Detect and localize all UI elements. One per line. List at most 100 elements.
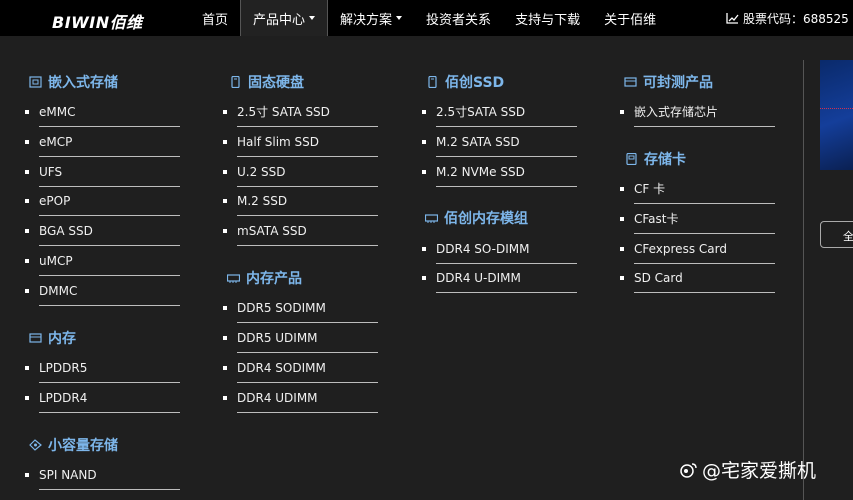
menu-item-bga-ssd[interactable]: BGA SSD <box>25 216 180 246</box>
ram-icon <box>425 214 438 223</box>
menu-item-ddr5-udimm[interactable]: DDR5 UDIMM <box>223 323 378 353</box>
products-mega-menu: 嵌入式存储 eMMC eMCP UFS ePOP BGA SSD uMCP DM… <box>0 36 800 500</box>
nav-solutions-label: 解决方案 <box>340 12 393 28</box>
menu-item-label: BGA SSD <box>39 223 93 238</box>
group-memory[interactable]: 内存 <box>29 328 76 348</box>
bullet <box>422 276 426 280</box>
menu-item-label: DDR4 UDIMM <box>237 390 318 405</box>
nav-support[interactable]: 支持与下载 <box>503 0 592 36</box>
bullet <box>620 110 624 114</box>
menu-item-label: LPDDR4 <box>39 390 88 405</box>
menu-item-dmmc[interactable]: DMMC <box>25 276 180 306</box>
menu-item-emcp[interactable]: eMCP <box>25 127 180 157</box>
group-small-storage[interactable]: 小容量存储 <box>29 435 118 455</box>
menu-item-label: DDR4 U-DIMM <box>436 270 521 285</box>
nav-home[interactable]: 首页 <box>190 0 240 36</box>
menu-item-cfexpress-card[interactable]: CFexpress Card <box>620 234 775 264</box>
menu-item-label: 2.5寸SATA SSD <box>436 105 526 119</box>
group-baichuang-memory-module[interactable]: 佰创内存模组 <box>425 208 528 228</box>
weibo-logo-icon <box>680 462 697 478</box>
nav-about[interactable]: 关于佰维 <box>592 0 668 36</box>
memory-icon <box>29 333 42 343</box>
package-icon <box>624 77 637 87</box>
menu-item-bc-m2-sata-ssd[interactable]: M.2 SATA SSD <box>422 127 577 157</box>
chevron-down-icon <box>396 16 403 20</box>
watermark: @宅家爱撕机 <box>680 456 816 483</box>
menu-item-bc-m2-nvme-ssd[interactable]: M.2 NVMe SSD <box>422 157 577 187</box>
menu-item-spi-nand[interactable]: SPI NAND <box>25 460 180 490</box>
bullet <box>422 110 426 114</box>
menu-item-sd-card[interactable]: SD Card <box>620 263 775 293</box>
menu-item-umcp[interactable]: uMCP <box>25 246 180 276</box>
biwin-logo[interactable]: BIWIN佰维 <box>52 9 143 33</box>
menu-item-label: DDR4 SO-DIMM <box>436 241 530 256</box>
bullet <box>223 366 227 370</box>
menu-item-ddr5-sodimm[interactable]: DDR5 SODIMM <box>223 293 378 323</box>
nav-home-label: 首页 <box>202 12 229 28</box>
menu-item-label: Half Slim SSD <box>237 134 320 149</box>
menu-item-label: ePOP <box>39 193 71 208</box>
menu-item-ddr4-sodimm[interactable]: DDR4 SODIMM <box>223 353 378 383</box>
bullet <box>223 396 227 400</box>
bullet <box>25 259 29 263</box>
nav-solutions[interactable]: 解决方案 <box>328 0 414 36</box>
menu-item-label: SPI NAND <box>39 467 97 482</box>
menu-item-msata-ssd[interactable]: mSATA SSD <box>223 216 378 246</box>
group-title-label: 佰创SSD <box>445 75 505 91</box>
menu-item-bc-25-sata-ssd[interactable]: 2.5寸SATA SSD <box>422 97 577 127</box>
menu-item-ddr4-so-dimm[interactable]: DDR4 SO-DIMM <box>422 234 577 264</box>
bullet <box>620 276 624 280</box>
menu-item-m2-ssd[interactable]: M.2 SSD <box>223 186 378 216</box>
menu-item-label: CF 卡 <box>634 182 666 196</box>
ssd-icon <box>231 76 240 88</box>
menu-item-label: eMMC <box>39 104 76 119</box>
menu-item-label: CFexpress Card <box>634 241 727 256</box>
nav-investors[interactable]: 投资者关系 <box>414 0 503 36</box>
menu-item-label: uMCP <box>39 253 73 268</box>
menu-item-label: M.2 SATA SSD <box>436 134 520 149</box>
menu-item-label: DMMC <box>39 283 78 298</box>
menu-item-half-slim-ssd[interactable]: Half Slim SSD <box>223 127 378 157</box>
nav-support-label: 支持与下载 <box>515 12 581 28</box>
ssd-icon <box>428 76 437 88</box>
group-embedded-storage[interactable]: 嵌入式存储 <box>29 72 118 92</box>
menu-item-lpddr4[interactable]: LPDDR4 <box>25 383 180 413</box>
group-title-label: 小容量存储 <box>48 438 118 454</box>
promo-banner[interactable] <box>820 60 853 170</box>
bullet <box>25 199 29 203</box>
menu-item-cfast-card[interactable]: CFast卡 <box>620 204 775 234</box>
group-ssd[interactable]: 固态硬盘 <box>229 72 304 92</box>
group-title-label: 固态硬盘 <box>248 75 304 91</box>
menu-item-emmc[interactable]: eMMC <box>25 97 180 127</box>
group-packaging-products[interactable]: 可封测产品 <box>624 72 713 92</box>
menu-item-label: LPDDR5 <box>39 360 88 375</box>
diamond-icon <box>29 439 42 451</box>
menu-item-label: DDR4 SODIMM <box>237 360 326 375</box>
menu-item-ddr4-u-dimm[interactable]: DDR4 U-DIMM <box>422 263 577 293</box>
group-memory-card[interactable]: 存储卡 <box>625 149 686 169</box>
group-baichuang-ssd[interactable]: 佰创SSD <box>426 72 504 92</box>
menu-item-25-sata-ssd[interactable]: 2.5寸 SATA SSD <box>223 97 378 127</box>
menu-item-lpddr5[interactable]: LPDDR5 <box>25 353 180 383</box>
menu-item-u2-ssd[interactable]: U.2 SSD <box>223 157 378 187</box>
menu-item-ufs[interactable]: UFS <box>25 157 180 187</box>
bullet <box>223 170 227 174</box>
menu-item-label: mSATA SSD <box>237 223 307 238</box>
menu-item-label: DDR5 SODIMM <box>237 300 326 315</box>
menu-item-embedded-chip[interactable]: 嵌入式存储芯片 <box>620 97 775 127</box>
side-view-all-button[interactable]: 全 <box>820 221 853 248</box>
nav-products[interactable]: 产品中心 <box>240 0 329 36</box>
menu-item-cf-card[interactable]: CF 卡 <box>620 174 775 204</box>
group-memory-products[interactable]: 内存产品 <box>227 268 302 288</box>
chevron-down-icon <box>309 16 316 20</box>
stock-code[interactable]: 股票代码：688525 | <box>726 0 853 36</box>
group-title-label: 存储卡 <box>644 152 686 168</box>
menu-item-label: M.2 NVMe SSD <box>436 164 525 179</box>
bullet <box>223 306 227 310</box>
bullet <box>25 110 29 114</box>
menu-item-epop[interactable]: ePOP <box>25 186 180 216</box>
group-title-label: 内存产品 <box>246 271 302 287</box>
group-title-label: 佰创内存模组 <box>444 211 528 227</box>
menu-item-ddr4-udimm[interactable]: DDR4 UDIMM <box>223 383 378 413</box>
watermark-text: @宅家爱撕机 <box>702 460 817 482</box>
